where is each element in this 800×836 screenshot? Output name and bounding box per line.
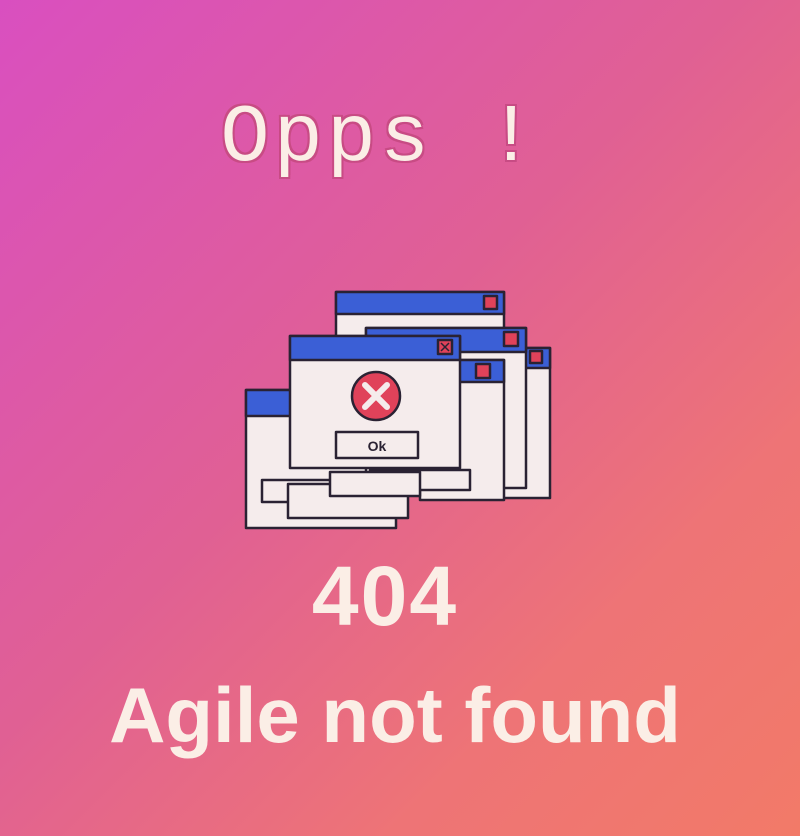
- ok-button-label: Ok: [368, 438, 387, 454]
- error-windows-illustration: Ok: [244, 290, 552, 530]
- error-code: 404: [311, 549, 459, 643]
- error-message: Agile not found: [109, 671, 681, 759]
- headline: Opps !: [220, 92, 540, 185]
